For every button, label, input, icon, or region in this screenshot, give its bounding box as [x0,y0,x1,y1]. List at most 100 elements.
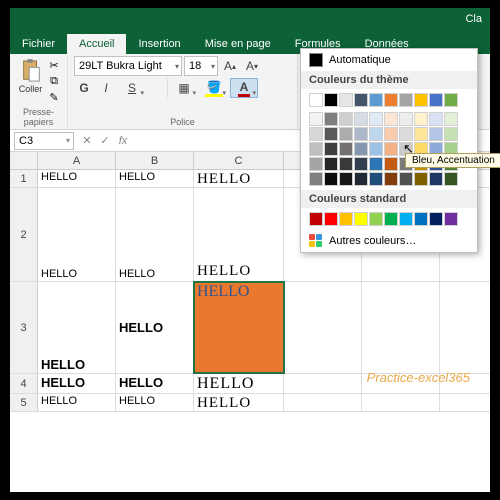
theme-swatch[interactable] [429,172,443,186]
theme-swatch[interactable] [339,112,353,126]
cell-e5[interactable] [362,394,440,411]
cell-b3[interactable]: HELLO [116,282,194,373]
cell-d5[interactable] [284,394,362,411]
cell-a5[interactable]: HELLO [38,394,116,411]
cell-a2[interactable]: HELLO [38,188,116,281]
col-header-a[interactable]: A [38,152,116,169]
theme-swatch[interactable] [339,157,353,171]
theme-swatch[interactable] [339,127,353,141]
row-header-2[interactable]: 2 [10,188,38,281]
theme-swatch[interactable] [384,142,398,156]
theme-swatch[interactable] [309,112,323,126]
theme-swatch[interactable] [384,93,398,107]
theme-swatch[interactable] [309,142,323,156]
row-header-4[interactable]: 4 [10,374,38,393]
font-name-combo[interactable]: 29LT Bukra Light [74,56,182,76]
more-colors-item[interactable]: Autres couleurs… [301,230,477,252]
tab-home[interactable]: Accueil [67,34,126,54]
theme-swatch[interactable] [399,127,413,141]
cell-b2[interactable]: HELLO [116,188,194,281]
font-size-combo[interactable]: 18 [184,56,218,76]
cell-a3[interactable]: HELLO [38,282,116,373]
theme-swatch[interactable] [309,93,323,107]
accept-formula-button[interactable]: ✓ [96,134,114,147]
theme-swatch[interactable] [384,157,398,171]
automatic-color-item[interactable]: Automatique [301,49,477,71]
theme-swatch[interactable] [369,172,383,186]
theme-swatch[interactable] [444,172,458,186]
theme-swatch[interactable] [399,172,413,186]
theme-swatch[interactable] [444,93,458,107]
theme-swatch[interactable] [399,93,413,107]
standard-swatch[interactable] [384,212,398,226]
theme-swatch[interactable] [369,112,383,126]
theme-swatch[interactable] [339,93,353,107]
theme-swatch[interactable] [339,142,353,156]
row-header-3[interactable]: 3 [10,282,38,373]
standard-swatch[interactable] [354,212,368,226]
standard-swatch[interactable] [339,212,353,226]
fx-button[interactable]: fx [114,135,132,147]
font-color-button[interactable]: A▾ [230,78,258,98]
standard-swatch[interactable] [309,212,323,226]
format-painter-button[interactable]: ✎ [47,90,61,104]
select-all-corner[interactable] [10,152,38,169]
cell-e3[interactable] [362,282,440,373]
cell-b4[interactable]: HELLO [116,374,194,393]
cell-a1[interactable]: HELLO [38,170,116,187]
underline-button[interactable]: S▾ [118,78,146,98]
standard-swatch[interactable] [429,212,443,226]
theme-swatch[interactable] [354,157,368,171]
standard-swatch[interactable] [414,212,428,226]
cell-c5[interactable]: HELLO [194,394,284,411]
cancel-formula-button[interactable]: ✕ [78,134,96,147]
fill-color-button[interactable]: 🪣▾ [200,78,228,98]
theme-swatch[interactable] [384,112,398,126]
theme-swatch[interactable] [444,112,458,126]
theme-swatch[interactable] [354,127,368,141]
borders-button[interactable]: ▦▾ [170,78,198,98]
theme-swatch[interactable] [354,142,368,156]
theme-swatch[interactable] [324,157,338,171]
italic-button[interactable]: I [96,78,116,98]
tab-insert[interactable]: Insertion [126,34,192,54]
standard-swatch[interactable] [324,212,338,226]
theme-swatch[interactable] [324,142,338,156]
theme-swatch[interactable] [309,157,323,171]
theme-swatch[interactable] [414,112,428,126]
theme-swatch[interactable] [309,127,323,141]
row-header-1[interactable]: 1 [10,170,38,187]
decrease-font-button[interactable]: A▾ [242,56,262,76]
cell-d4[interactable] [284,374,362,393]
standard-swatch[interactable] [399,212,413,226]
theme-swatch[interactable] [324,172,338,186]
theme-swatch[interactable] [429,93,443,107]
col-header-c[interactable]: C [194,152,284,169]
theme-swatch[interactable] [399,112,413,126]
name-box[interactable]: C3 [14,132,74,150]
row-header-5[interactable]: 5 [10,394,38,411]
theme-swatch[interactable] [354,112,368,126]
cut-button[interactable]: ✂ [47,58,61,72]
standard-swatch[interactable] [444,212,458,226]
cell-c3[interactable]: HELLO [194,282,284,373]
theme-swatch[interactable] [384,172,398,186]
cell-c4[interactable]: HELLO [194,374,284,393]
theme-swatch[interactable] [429,112,443,126]
col-header-b[interactable]: B [116,152,194,169]
theme-swatch[interactable] [414,93,428,107]
cell-c1[interactable]: HELLO [194,170,284,187]
copy-button[interactable]: ⧉ [47,74,61,88]
theme-swatch[interactable] [309,172,323,186]
tab-layout[interactable]: Mise en page [193,34,283,54]
cell-c2[interactable]: HELLO [194,188,284,281]
theme-swatch[interactable] [444,127,458,141]
theme-swatch[interactable] [384,127,398,141]
theme-swatch[interactable] [324,112,338,126]
theme-swatch[interactable] [324,127,338,141]
cell-a4[interactable]: HELLO [38,374,116,393]
theme-swatch[interactable] [414,172,428,186]
theme-swatch[interactable] [414,127,428,141]
theme-swatch[interactable] [339,172,353,186]
increase-font-button[interactable]: A▴ [220,56,240,76]
